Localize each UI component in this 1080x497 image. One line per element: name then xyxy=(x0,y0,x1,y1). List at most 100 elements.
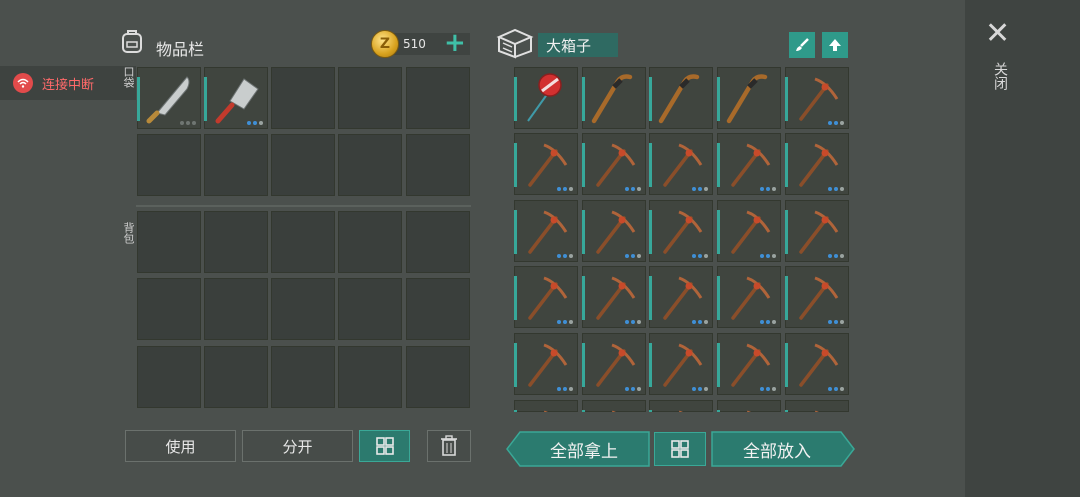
item-slot-pickaxe[interactable] xyxy=(649,333,713,395)
grid-icon xyxy=(671,440,689,458)
item-slot-pickaxe[interactable] xyxy=(785,266,849,328)
quality-dots xyxy=(760,187,776,191)
item-slot-pickaxe[interactable] xyxy=(649,266,713,328)
upload-button[interactable] xyxy=(822,32,848,58)
item-slot-pickaxe[interactable] xyxy=(717,333,781,395)
item-slot-pickaxe[interactable] xyxy=(514,400,578,412)
item-slot-pickaxe[interactable] xyxy=(582,266,646,328)
item-slot-pickaxe[interactable] xyxy=(785,333,849,395)
empty-slot[interactable] xyxy=(406,346,470,408)
item-slot-pickaxe[interactable] xyxy=(514,200,578,262)
empty-slot[interactable] xyxy=(137,134,201,196)
pickaxe-icon xyxy=(799,143,839,187)
use-button[interactable]: 使用 xyxy=(125,430,236,462)
pickaxe-icon xyxy=(528,143,568,187)
item-slot-pickaxe[interactable] xyxy=(582,133,646,195)
item-slot-hockey-stick[interactable] xyxy=(582,67,646,129)
empty-slot[interactable] xyxy=(338,134,402,196)
take-all-button[interactable]: 全部拿上 xyxy=(520,432,648,466)
quality-dots xyxy=(828,387,844,391)
put-all-button[interactable]: 全部放入 xyxy=(712,432,842,466)
brush-button[interactable] xyxy=(789,32,815,58)
empty-slot[interactable] xyxy=(271,134,335,196)
machete-icon xyxy=(146,76,190,124)
item-slot-pickaxe[interactable] xyxy=(514,133,578,195)
item-slot-hockey-stick[interactable] xyxy=(649,67,713,129)
empty-slot[interactable] xyxy=(338,346,402,408)
durability-bar xyxy=(785,210,788,254)
chest-sort-button[interactable] xyxy=(654,432,706,466)
pickaxe-icon xyxy=(596,143,636,187)
durability-bar xyxy=(649,343,652,387)
add-coins-button[interactable]: + xyxy=(444,30,466,56)
quality-dots xyxy=(625,320,641,324)
item-slot-pickaxe[interactable] xyxy=(717,266,781,328)
empty-slot[interactable] xyxy=(204,278,268,340)
durability-bar xyxy=(649,210,652,254)
close-icon[interactable]: ✕ xyxy=(985,19,1010,49)
wifi-icon xyxy=(13,73,33,93)
empty-slot[interactable] xyxy=(204,346,268,408)
empty-slot[interactable] xyxy=(137,278,201,340)
empty-slot[interactable] xyxy=(338,67,402,129)
quality-dots xyxy=(247,121,263,125)
durability-bar xyxy=(717,343,720,387)
item-slot-pickaxe[interactable] xyxy=(649,133,713,195)
empty-slot[interactable] xyxy=(271,67,335,129)
durability-bar xyxy=(582,77,585,121)
empty-slot[interactable] xyxy=(406,278,470,340)
empty-slot[interactable] xyxy=(137,346,201,408)
delete-button[interactable] xyxy=(427,430,471,462)
item-slot-pickaxe[interactable] xyxy=(582,200,646,262)
item-slot-cleaver[interactable] xyxy=(204,67,268,129)
backpack-icon xyxy=(120,28,144,58)
durability-bar xyxy=(717,210,720,254)
item-slot-pickaxe[interactable] xyxy=(717,200,781,262)
empty-slot[interactable] xyxy=(338,211,402,273)
item-slot-bloodbag-fishing-rod[interactable] xyxy=(514,67,578,129)
item-slot-pickaxe[interactable] xyxy=(717,400,781,412)
sort-button[interactable] xyxy=(359,430,410,462)
durability-bar xyxy=(582,410,585,412)
durability-bar xyxy=(582,210,585,254)
empty-slot[interactable] xyxy=(204,134,268,196)
item-slot-pickaxe[interactable] xyxy=(649,400,713,412)
empty-slot[interactable] xyxy=(406,67,470,129)
item-slot-pickaxe[interactable] xyxy=(582,400,646,412)
item-slot-pickaxe[interactable] xyxy=(582,333,646,395)
durability-bar xyxy=(514,410,517,412)
item-slot-pickaxe[interactable] xyxy=(785,400,849,412)
split-button[interactable]: 分开 xyxy=(242,430,353,462)
chest-icon xyxy=(496,27,534,63)
empty-slot[interactable] xyxy=(204,211,268,273)
item-slot-hockey-stick[interactable] xyxy=(717,67,781,129)
durability-bar xyxy=(717,410,720,412)
empty-slot[interactable] xyxy=(137,211,201,273)
brush-icon xyxy=(796,38,809,51)
empty-slot[interactable] xyxy=(338,278,402,340)
quality-dots xyxy=(828,254,844,258)
empty-slot[interactable] xyxy=(271,278,335,340)
empty-slot[interactable] xyxy=(406,134,470,196)
quality-dots xyxy=(557,320,573,324)
pickaxe-icon xyxy=(799,276,839,320)
item-slot-pickaxe[interactable] xyxy=(514,333,578,395)
pocket-label: 口袋 xyxy=(122,66,135,88)
item-slot-pickaxe[interactable] xyxy=(785,200,849,262)
item-slot-pickaxe[interactable] xyxy=(785,133,849,195)
bloodbag-fishing-rod-icon xyxy=(527,73,562,122)
durability-bar xyxy=(785,77,788,121)
item-slot-machete[interactable] xyxy=(137,67,201,129)
item-slot-pickaxe[interactable] xyxy=(514,266,578,328)
item-slot-pickaxe[interactable] xyxy=(717,133,781,195)
item-slot-pickaxe[interactable] xyxy=(649,200,713,262)
empty-slot[interactable] xyxy=(271,211,335,273)
empty-slot[interactable] xyxy=(271,346,335,408)
item-slot-pickaxe[interactable] xyxy=(785,67,849,129)
durability-bar xyxy=(514,143,517,187)
empty-slot[interactable] xyxy=(406,211,470,273)
quality-dots xyxy=(692,387,708,391)
pickaxe-icon xyxy=(528,210,568,254)
close-label[interactable]: 关闭 xyxy=(990,62,1010,90)
durability-bar xyxy=(785,410,788,412)
